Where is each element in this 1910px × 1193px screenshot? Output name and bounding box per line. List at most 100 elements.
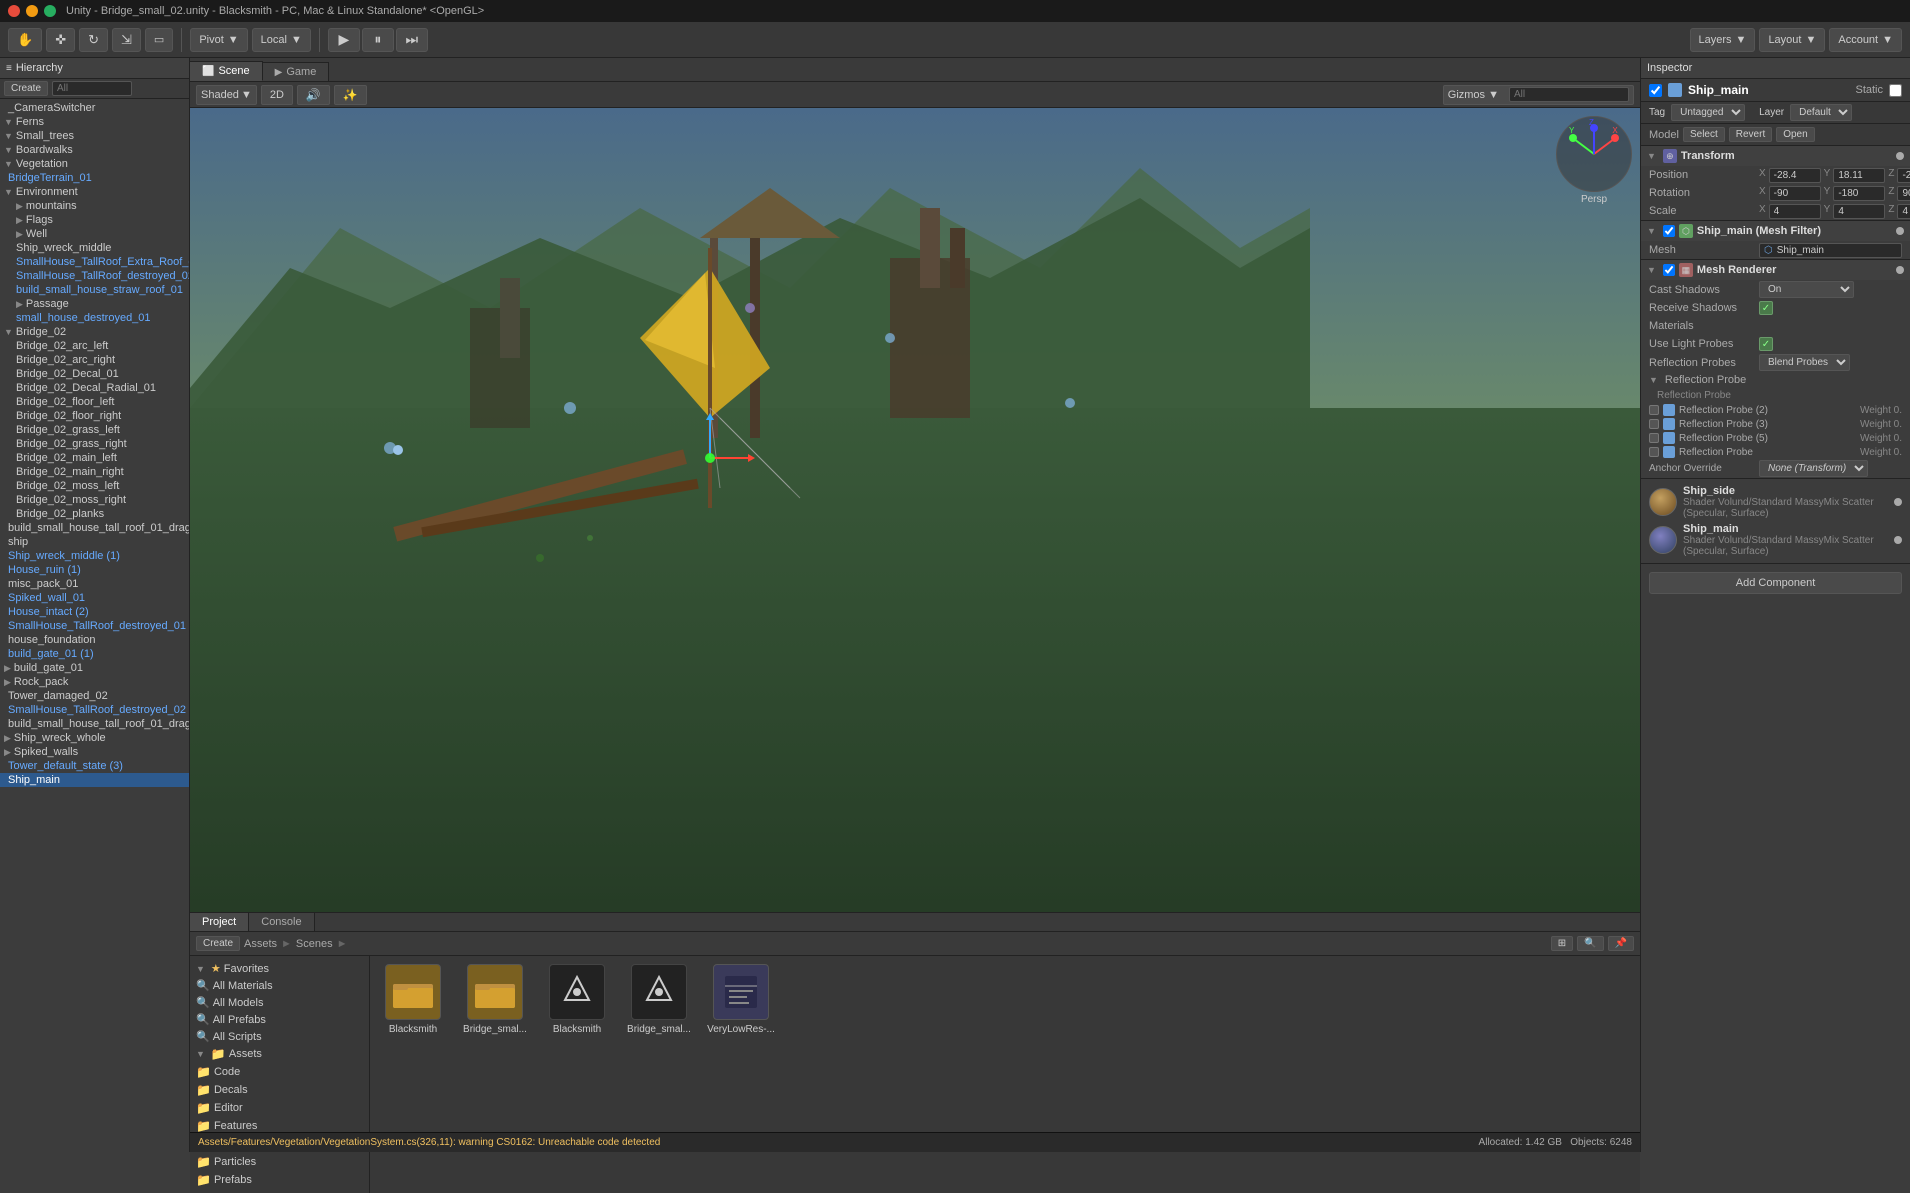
rot-y-input[interactable]	[1833, 186, 1885, 201]
list-item[interactable]: SmallHouse_TallRoof_destroyed_02 (3)	[0, 703, 189, 717]
material-preview-ship-side[interactable]	[1649, 488, 1677, 516]
prefabs-item[interactable]: 📁Prefabs	[190, 1171, 369, 1189]
list-item[interactable]: ▼Environment	[0, 185, 189, 199]
settings-dot-3[interactable]	[1896, 266, 1904, 274]
project-icon-btn[interactable]: ⊞	[1551, 936, 1573, 951]
favorites-header[interactable]: ▼★Favorites	[190, 960, 369, 977]
scene-search-input[interactable]	[1509, 87, 1629, 102]
gizmos-dropdown[interactable]: Gizmos ▼	[1443, 85, 1634, 105]
all-materials-item[interactable]: 🔍All Materials	[190, 977, 369, 994]
rotate-tool-button[interactable]: ↻	[79, 28, 108, 52]
editor-item[interactable]: 📁Editor	[190, 1099, 369, 1117]
hierarchy-search-input[interactable]	[52, 81, 132, 96]
list-item[interactable]: SmallHouse_TallRoof_destroyed_01 (1)	[0, 619, 189, 633]
receive-shadows-checkbox[interactable]: ✓	[1759, 301, 1773, 315]
maximize-button[interactable]	[44, 5, 56, 17]
revert-button[interactable]: Revert	[1729, 127, 1772, 142]
list-item[interactable]: House_ruin (1)	[0, 563, 189, 577]
list-item[interactable]: Tower_default_state (3)	[0, 759, 189, 773]
rot-z-input[interactable]	[1897, 186, 1910, 201]
list-item[interactable]: Tower_damaged_02	[0, 689, 189, 703]
list-item[interactable]: house_foundation	[0, 633, 189, 647]
probe-checkbox-4[interactable]	[1649, 447, 1659, 457]
obj-active-checkbox[interactable]	[1649, 84, 1662, 97]
all-models-item[interactable]: 🔍All Models	[190, 994, 369, 1011]
list-item[interactable]: Bridge_02_grass_right	[0, 437, 189, 451]
mesh-filter-checkbox[interactable]	[1663, 225, 1675, 237]
transform-header[interactable]: ▼ ⊕ Transform	[1641, 146, 1910, 166]
tag-dropdown[interactable]: Untagged	[1671, 104, 1745, 121]
cast-shadows-dropdown[interactable]: OnOffTwo SidedShadows Only	[1759, 281, 1854, 298]
pos-y-input[interactable]	[1833, 168, 1885, 183]
probe-checkbox-2[interactable]	[1649, 419, 1659, 429]
list-item[interactable]: ▶mountains	[0, 199, 189, 213]
list-item[interactable]: build_gate_01 (1)	[0, 647, 189, 661]
anchor-override-dropdown[interactable]: None (Transform)	[1759, 460, 1868, 477]
open-button[interactable]: Open	[1776, 127, 1814, 142]
scene-canvas[interactable]: X Y Z Persp	[190, 108, 1640, 912]
probe-checkbox-3[interactable]	[1649, 433, 1659, 443]
mat-dot-2[interactable]	[1894, 536, 1902, 544]
local-button[interactable]: Local▼	[252, 28, 311, 52]
file-item-blacksmith-unity[interactable]: Blacksmith	[542, 964, 612, 1035]
list-item[interactable]: Bridge_02_main_left	[0, 451, 189, 465]
list-item[interactable]: Bridge_02_grass_left	[0, 423, 189, 437]
decals-item[interactable]: 📁Decals	[190, 1081, 369, 1099]
settings-dot-2[interactable]	[1896, 227, 1904, 235]
scene-tab[interactable]: ⬜ Scene	[190, 61, 263, 81]
project-create-button[interactable]: Create	[196, 936, 240, 951]
list-item[interactable]: build_small_house_tall_roof_01_dragon...	[0, 717, 189, 731]
project-search-btn[interactable]: 🔍	[1577, 936, 1603, 951]
pos-x-input[interactable]	[1769, 168, 1821, 183]
list-item[interactable]: ▶Well	[0, 227, 189, 241]
list-item[interactable]: SmallHouse_TallRoof_destroyed_02	[0, 269, 189, 283]
rot-x-input[interactable]	[1769, 186, 1821, 201]
list-item[interactable]: ▼Boardwalks	[0, 143, 189, 157]
select-button[interactable]: Select	[1683, 127, 1725, 142]
list-item[interactable]: small_house_destroyed_01	[0, 311, 189, 325]
mesh-asset[interactable]: ⬡ Ship_main	[1759, 243, 1902, 258]
all-scripts-item[interactable]: 🔍All Scripts	[190, 1028, 369, 1045]
list-item[interactable]: Ship_wreck_middle (1)	[0, 549, 189, 563]
list-item[interactable]: ▶Ship_wreck_whole	[0, 731, 189, 745]
settings-dot[interactable]	[1896, 152, 1904, 160]
project-pin-btn[interactable]: 📌	[1608, 936, 1634, 951]
list-item[interactable]: Bridge_02_floor_right	[0, 409, 189, 423]
list-item[interactable]: Bridge_02_moss_left	[0, 479, 189, 493]
list-item[interactable]: Ship_wreck_middle	[0, 241, 189, 255]
list-item[interactable]: build_small_house_straw_roof_01	[0, 283, 189, 297]
list-item[interactable]: ▶Spiked_walls	[0, 745, 189, 759]
add-component-button[interactable]: Add Component	[1649, 572, 1902, 594]
2d-button[interactable]: 2D	[261, 85, 293, 105]
list-item[interactable]: Bridge_02_floor_left	[0, 395, 189, 409]
list-item[interactable]: Bridge_02_Decal_Radial_01	[0, 381, 189, 395]
mesh-renderer-header[interactable]: ▼ ▦ Mesh Renderer	[1641, 260, 1910, 280]
list-item[interactable]: Bridge_02_main_right	[0, 465, 189, 479]
shading-dropdown[interactable]: Shaded▼	[196, 85, 257, 105]
file-item-bridge-unity[interactable]: Bridge_smal...	[624, 964, 694, 1035]
list-item[interactable]: ▶Rock_pack	[0, 675, 189, 689]
list-item[interactable]: Bridge_02_arc_left	[0, 339, 189, 353]
scale-x-input[interactable]	[1769, 204, 1821, 219]
use-light-probes-checkbox[interactable]: ✓	[1759, 337, 1773, 351]
pivot-button[interactable]: Pivot▼	[190, 28, 247, 52]
list-item[interactable]: ▼Ferns	[0, 115, 189, 129]
mesh-filter-header[interactable]: ▼ ⬡ Ship_main (Mesh Filter)	[1641, 221, 1910, 241]
list-item[interactable]: SmallHouse_TallRoof_Extra_Roof_dama...	[0, 255, 189, 269]
gizmo-widget[interactable]: X Y Z Persp	[1556, 116, 1632, 205]
layer-dropdown[interactable]: Default	[1790, 104, 1852, 121]
game-tab[interactable]: ▶ Game	[263, 62, 330, 81]
list-item[interactable]: ▼Small_trees	[0, 129, 189, 143]
project-tab[interactable]: Project	[190, 913, 249, 931]
list-item[interactable]: ▶build_gate_01	[0, 661, 189, 675]
scale-z-input[interactable]	[1897, 204, 1910, 219]
move-tool-button[interactable]: ✜	[46, 28, 75, 52]
list-item[interactable]: Bridge_02_Decal_01	[0, 367, 189, 381]
list-item[interactable]: ▶Passage	[0, 297, 189, 311]
reflection-probes-dropdown[interactable]: Blend ProbesOffSimple	[1759, 354, 1850, 371]
list-item-ship-main[interactable]: Ship_main	[0, 773, 189, 787]
step-button[interactable]: ⏭	[396, 28, 428, 52]
list-item[interactable]: build_small_house_tall_roof_01_dragon...	[0, 521, 189, 535]
minimize-button[interactable]	[26, 5, 38, 17]
assets-header[interactable]: ▼📁Assets	[190, 1045, 369, 1063]
